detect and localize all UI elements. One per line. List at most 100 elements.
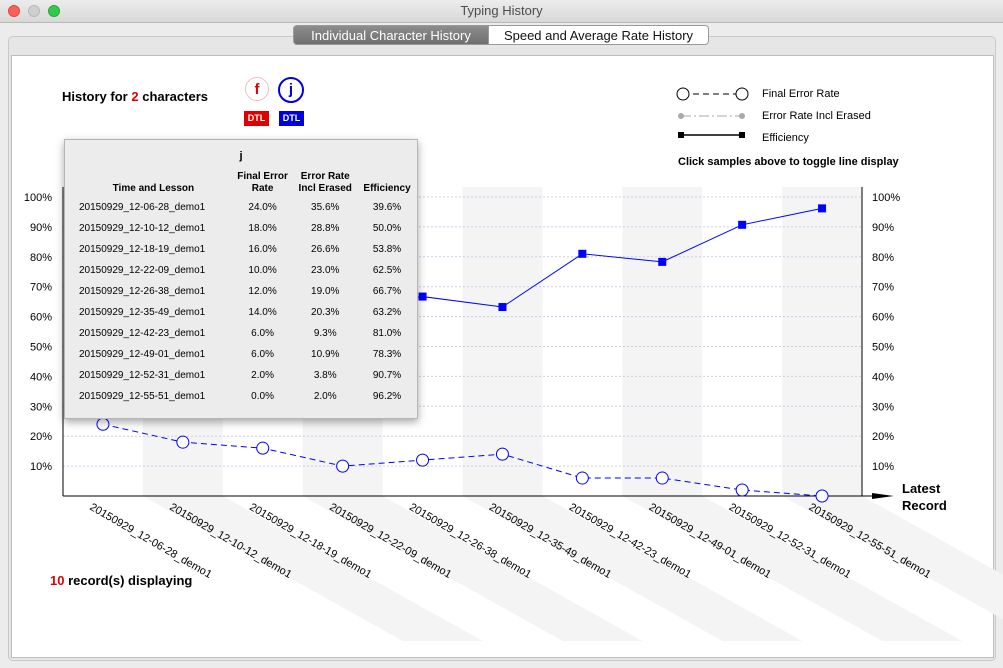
table-cell: 16.0%	[248, 244, 277, 255]
tab-speed-average-rate-history[interactable]: Speed and Average Rate History	[489, 25, 709, 45]
table-cell: 20150929_12-52-31_demo1	[79, 370, 206, 381]
legend-incl-erased-marker	[678, 113, 684, 119]
y-tick-label-left: 20%	[30, 431, 52, 443]
character-j-toggle[interactable]: j	[278, 77, 304, 103]
character-f-detail-button[interactable]: DTL	[244, 111, 269, 126]
table-row: 20150929_12-42-23_demo1 6.0% 9.3% 81.0%	[75, 323, 417, 344]
table-cell: 20150929_12-49-01_demo1	[79, 349, 206, 360]
table-cell: 24.0%	[248, 202, 277, 213]
final-error-rate-point	[336, 459, 350, 473]
table-cell: 50.0%	[372, 223, 402, 234]
legend-efficiency-marker	[678, 132, 684, 138]
table-cell: 35.6%	[311, 202, 340, 213]
final-error-rate-point	[495, 447, 509, 461]
table-cell: 81.0%	[372, 328, 402, 339]
legend-final-error-marker	[676, 87, 690, 101]
y-tick-label-right: 60%	[872, 312, 894, 324]
table-row: 20150929_12-52-31_demo1 2.0% 3.8% 90.7%	[75, 365, 417, 386]
y-tick-label-left: 40%	[30, 371, 52, 383]
col-time-and-lesson: Time and Lesson	[112, 183, 195, 194]
y-tick-label-right: 90%	[872, 222, 894, 234]
table-cell: 53.8%	[372, 244, 402, 255]
y-tick-label-right: 20%	[872, 431, 894, 443]
table-cell: 6.0%	[251, 328, 274, 339]
table-cell: 9.3%	[313, 328, 337, 339]
legend-efficiency-marker	[739, 132, 745, 138]
tab-individual-character-history[interactable]: Individual Character History	[293, 25, 489, 45]
y-tick-label-left: 30%	[30, 401, 52, 413]
table-cell: 2.0%	[251, 370, 274, 381]
history-heading: History for 2 characters	[62, 89, 208, 104]
final-error-rate-point	[96, 417, 110, 431]
toggle-hint: Click samples above to toggle line displ…	[678, 156, 899, 168]
efficiency-point	[658, 257, 667, 266]
table-row: 20150929_12-26-38_demo1 12.0% 19.0% 66.7%	[75, 281, 417, 302]
efficiency-point	[578, 249, 587, 258]
y-tick-label-right: 100%	[872, 192, 900, 204]
y-tick-label-right: 40%	[872, 371, 894, 383]
y-tick-label-left: 50%	[30, 342, 52, 354]
table-cell: 20150929_12-18-19_demo1	[79, 244, 206, 255]
table-cell: 66.7%	[372, 286, 402, 297]
table-row: 20150929_12-35-49_demo1 14.0% 20.3% 63.2%	[75, 302, 417, 323]
legend-final-error-rate: Final Error Rate	[762, 88, 840, 100]
records-count: 10	[50, 573, 65, 588]
y-tick-label-left: 60%	[30, 312, 52, 324]
table-cell: 20150929_12-22-09_demo1	[79, 265, 206, 276]
y-tick-label-left: 90%	[30, 222, 52, 234]
col-efficiency: Efficiency	[363, 183, 411, 194]
table-cell: 20150929_12-55-51_demo1	[79, 391, 206, 402]
table-cell: 19.0%	[311, 286, 340, 297]
final-error-rate-point	[176, 435, 190, 449]
efficiency-point	[738, 220, 747, 229]
legend-final-error-marker	[735, 87, 749, 101]
y-tick-label-left: 10%	[30, 461, 52, 473]
y-tick-label-left: 70%	[30, 282, 52, 294]
character-f-toggle[interactable]: f	[245, 77, 269, 101]
table-row: 20150929_12-06-28_demo1 24.0% 35.6% 39.6%	[75, 197, 417, 218]
table-cell: 20150929_12-10-12_demo1	[79, 223, 206, 234]
table-cell: 96.2%	[372, 391, 402, 402]
table-cell: 6.0%	[251, 349, 274, 360]
final-error-rate-point	[815, 489, 829, 503]
character-j-detail-button[interactable]: DTL	[279, 111, 304, 126]
table-cell: 20150929_12-26-38_demo1	[79, 286, 206, 297]
detail-table: Time and Lesson Final Error Rate Error R…	[75, 167, 417, 407]
final-error-rate-point	[655, 471, 669, 485]
column-stripe	[782, 187, 862, 496]
col-final-error-rate: Final Error Rate	[237, 171, 288, 194]
legend-incl-erased-marker	[739, 113, 745, 119]
table-row: 20150929_12-55-51_demo1 0.0% 2.0% 96.2%	[75, 386, 417, 407]
table-cell: 18.0%	[248, 223, 277, 234]
table-cell: 26.6%	[311, 244, 340, 255]
table-cell: 2.0%	[313, 391, 337, 402]
y-tick-label-left: 100%	[24, 192, 52, 204]
table-cell: 90.7%	[372, 370, 402, 381]
latest-record-label: Latest Record	[902, 480, 947, 514]
column-stripe	[622, 187, 703, 496]
character-count: 2	[131, 89, 139, 104]
efficiency-point	[418, 292, 427, 301]
detail-popup: j Time and Lesson Final Error Rate Error…	[64, 139, 418, 419]
history-prefix: History for	[62, 89, 128, 104]
x-axis-arrow	[872, 493, 894, 499]
final-error-rate-point	[416, 453, 430, 467]
table-row: 20150929_12-10-12_demo1 18.0% 28.8% 50.0%	[75, 218, 417, 239]
y-tick-label-right: 80%	[872, 252, 894, 264]
legend-error-rate-incl-erased: Error Rate Incl Erased	[762, 110, 871, 122]
table-cell: 0.0%	[251, 391, 274, 402]
table-cell: 62.5%	[372, 265, 402, 276]
table-cell: 20150929_12-42-23_demo1	[79, 328, 206, 339]
y-tick-label-right: 70%	[872, 282, 894, 294]
table-cell: 39.6%	[372, 202, 402, 213]
table-cell: 20150929_12-06-28_demo1	[79, 202, 206, 213]
y-tick-label-left: 80%	[30, 252, 52, 264]
y-tick-label-right: 50%	[872, 342, 894, 354]
table-cell: 10.9%	[311, 349, 340, 360]
final-error-rate-point	[735, 483, 749, 497]
table-cell: 10.0%	[248, 265, 277, 276]
table-cell: 23.0%	[311, 265, 340, 276]
table-cell: 3.8%	[313, 370, 337, 381]
col-error-rate-incl-erased: Error Rate Incl Erased	[298, 171, 352, 194]
popup-title: j	[239, 150, 243, 162]
